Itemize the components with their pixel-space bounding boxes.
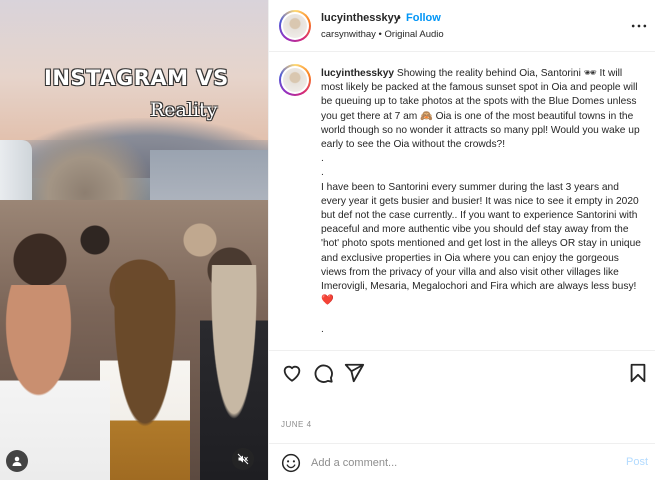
comment-button[interactable]	[312, 362, 334, 384]
share-button[interactable]	[343, 362, 365, 384]
audio-attribution[interactable]: carsynwithay • Original Audio	[321, 29, 444, 40]
user-icon	[12, 456, 22, 466]
muted-speaker-icon	[237, 453, 249, 465]
post-caption: lucyinthesskyy Showing the reality behin…	[269, 52, 655, 350]
tagged-users-button[interactable]	[6, 450, 28, 472]
bookmark-icon	[630, 363, 646, 383]
like-button[interactable]	[281, 362, 303, 384]
caption-body: lucyinthesskyy Showing the reality behin…	[321, 67, 645, 337]
add-comment-bar: Post	[269, 443, 655, 480]
mute-toggle-button[interactable]	[232, 448, 254, 470]
caption-text: Showing the reality behind Oia, Santorin…	[321, 68, 641, 335]
post-details-panel: lucyinthesskyy • Follow carsynwithay • O…	[268, 0, 655, 480]
header-separator: •	[397, 12, 401, 24]
video-person-right	[200, 265, 268, 480]
emoji-picker-button[interactable]	[281, 453, 301, 473]
post-header: lucyinthesskyy • Follow carsynwithay • O…	[269, 0, 655, 52]
heart-icon	[283, 365, 301, 382]
post-comment-button[interactable]: Post	[626, 456, 648, 468]
smiley-icon	[281, 453, 301, 473]
video-person-middle	[100, 280, 190, 480]
more-horizontal-icon	[631, 24, 647, 28]
author-username[interactable]: lucyinthesskyy	[321, 12, 400, 24]
comment-input[interactable]	[311, 452, 611, 474]
paper-plane-icon	[344, 363, 365, 383]
caption-username[interactable]: lucyinthesskyy	[321, 68, 394, 79]
video-overlay-title: INSTAGRAM VS	[44, 66, 229, 90]
post-date[interactable]: JUNE 4	[281, 420, 312, 429]
post-actions-bar	[269, 350, 655, 390]
comment-icon	[314, 364, 333, 383]
follow-button[interactable]: Follow	[406, 12, 441, 24]
caption-author-avatar[interactable]	[279, 64, 311, 96]
author-avatar[interactable]	[279, 10, 311, 42]
post-video[interactable]: INSTAGRAM VS Reality	[0, 0, 268, 480]
more-options-button[interactable]	[629, 16, 649, 36]
video-overlay-subtitle: Reality	[150, 99, 218, 121]
save-button[interactable]	[627, 362, 649, 384]
